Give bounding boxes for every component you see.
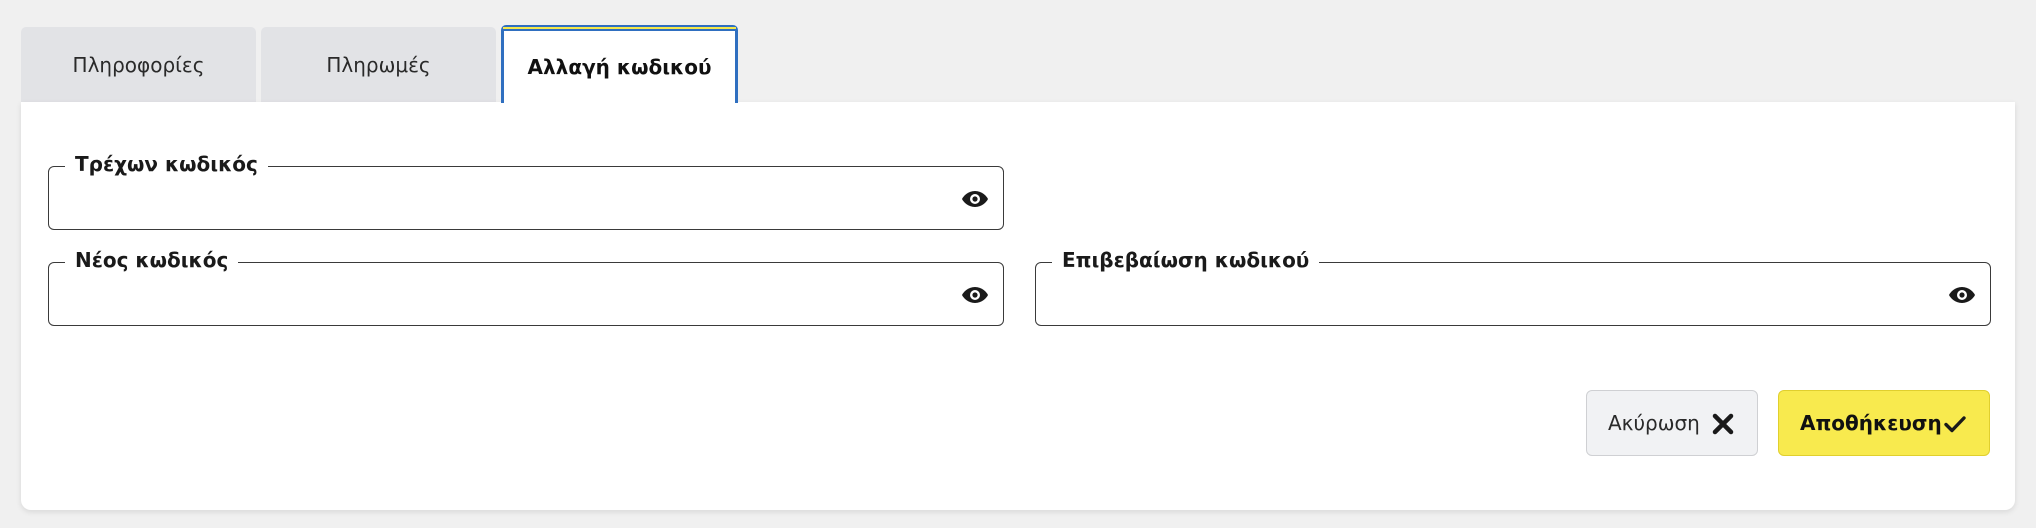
- tab-info[interactable]: Πληροφορίες: [21, 27, 256, 102]
- new-password-field: Νέος κωδικός: [48, 245, 1004, 326]
- confirm-password-label: Επιβεβαίωση κωδικού: [1052, 245, 1320, 275]
- new-password-label: Νέος κωδικός: [65, 245, 239, 275]
- save-button-label: Αποθήκευση: [1800, 411, 1942, 435]
- current-password-input[interactable]: [63, 181, 941, 217]
- current-password-label: Τρέχων κωδικός: [65, 149, 268, 179]
- cancel-button[interactable]: Ακύρωση: [1586, 390, 1758, 456]
- eye-icon[interactable]: [961, 187, 989, 211]
- change-password-panel: Τρέχων κωδικός Νέος κωδικός Επιβεβαίωση …: [21, 102, 2015, 510]
- tab-payments-label: Πληρωμές: [326, 52, 431, 77]
- tab-change-password[interactable]: Αλλαγή κωδικού: [501, 25, 738, 103]
- check-icon: [1944, 416, 1966, 433]
- tab-payments[interactable]: Πληρωμές: [261, 27, 496, 102]
- tab-change-password-label: Αλλαγή κωδικού: [527, 55, 712, 79]
- tab-bar: Πληροφορίες Πληρωμές Αλλαγή κωδικού: [21, 25, 743, 103]
- eye-icon[interactable]: [961, 283, 989, 307]
- confirm-password-field: Επιβεβαίωση κωδικού: [1035, 245, 1991, 326]
- save-button[interactable]: Αποθήκευση: [1778, 390, 1990, 456]
- cancel-button-label: Ακύρωση: [1608, 411, 1700, 435]
- close-icon: [1712, 413, 1734, 435]
- eye-icon[interactable]: [1948, 283, 1976, 307]
- new-password-input[interactable]: [63, 277, 941, 313]
- confirm-password-input[interactable]: [1050, 277, 1928, 313]
- tab-info-label: Πληροφορίες: [72, 52, 205, 77]
- current-password-field: Τρέχων κωδικός: [48, 149, 1004, 230]
